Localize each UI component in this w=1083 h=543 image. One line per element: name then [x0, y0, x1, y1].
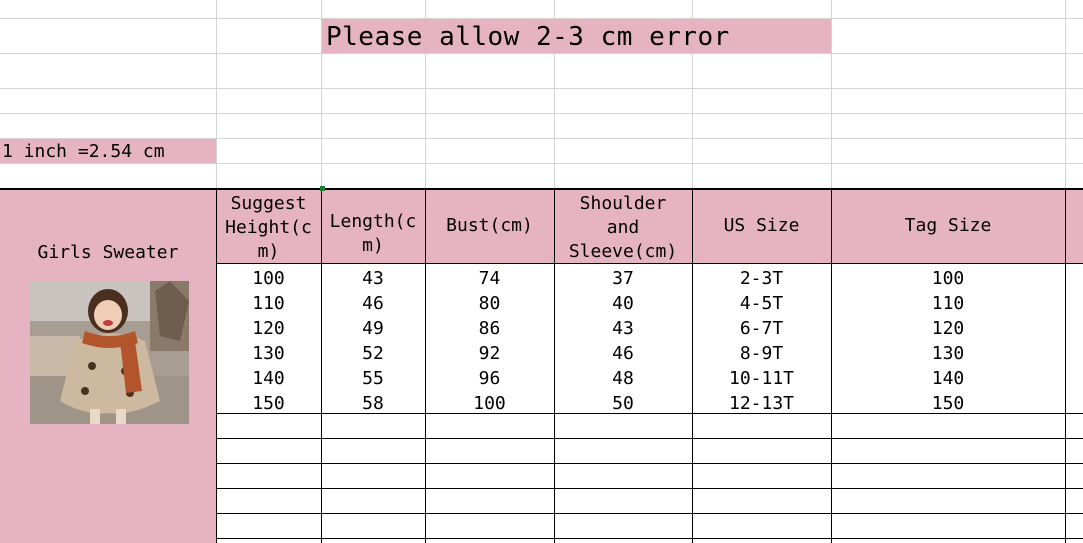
spreadsheet: Please allow 2-3 cm error 1 inch =2.54 c…: [0, 0, 1083, 543]
header-shoulder-sleeve: Shoulder and Sleeve(cm): [568, 193, 678, 262]
table-cell: 110: [931, 292, 965, 314]
table-cell: 140: [931, 367, 965, 389]
table-cell: 46: [362, 292, 384, 314]
table-cell: 92: [478, 342, 501, 364]
table-cell: 100: [252, 267, 285, 289]
product-name: Girls Sweater: [37, 242, 179, 263]
table-cell: 100: [931, 267, 965, 289]
table-cell: 74: [478, 267, 501, 289]
table-cell: 40: [612, 292, 634, 314]
table-cell: 43: [362, 267, 384, 289]
table-cell: 120: [252, 317, 285, 339]
table-cell: 130: [252, 342, 285, 364]
inch-conversion-cell: 1 inch =2.54 cm: [0, 139, 216, 163]
table-cell: 96: [478, 367, 501, 389]
table-cell: 6-7T: [739, 317, 784, 339]
table-cell: 49: [362, 317, 384, 339]
header-tag-size: Tag Size: [904, 215, 992, 236]
table-cell: 10-11T: [728, 367, 795, 389]
table-cell: 48: [612, 367, 634, 389]
header-us-size: US Size: [723, 215, 800, 236]
table-cell: 130: [931, 342, 965, 364]
cell-selection-marker: [320, 186, 325, 191]
table-cell: 120: [931, 317, 965, 339]
error-note-text: Please allow 2-3 cm error: [326, 22, 730, 52]
table-cell: 46: [612, 342, 634, 364]
header-suggest-height: Suggest Height(c m): [225, 193, 312, 262]
header-length: Length(c m): [329, 211, 417, 256]
table-cell: 86: [478, 317, 501, 339]
table-cell: 8-9T: [739, 342, 784, 364]
table-cell: 2-3T: [739, 267, 784, 289]
inch-conversion-text: 1 inch =2.54 cm: [2, 141, 165, 162]
header-bust: Bust(cm): [446, 215, 533, 236]
table-cell: 37: [612, 267, 634, 289]
table-cell: 43: [612, 317, 634, 339]
table-cell: 55: [362, 367, 384, 389]
table-cell: 4-5T: [739, 292, 784, 314]
error-note-banner: Please allow 2-3 cm error: [322, 19, 831, 53]
table-cell: 80: [478, 292, 501, 314]
table-cell: 110: [252, 292, 285, 314]
table-cell: 140: [252, 367, 285, 389]
table-cell: 52: [362, 342, 384, 364]
girl-in-sweater-photo: [30, 281, 189, 424]
